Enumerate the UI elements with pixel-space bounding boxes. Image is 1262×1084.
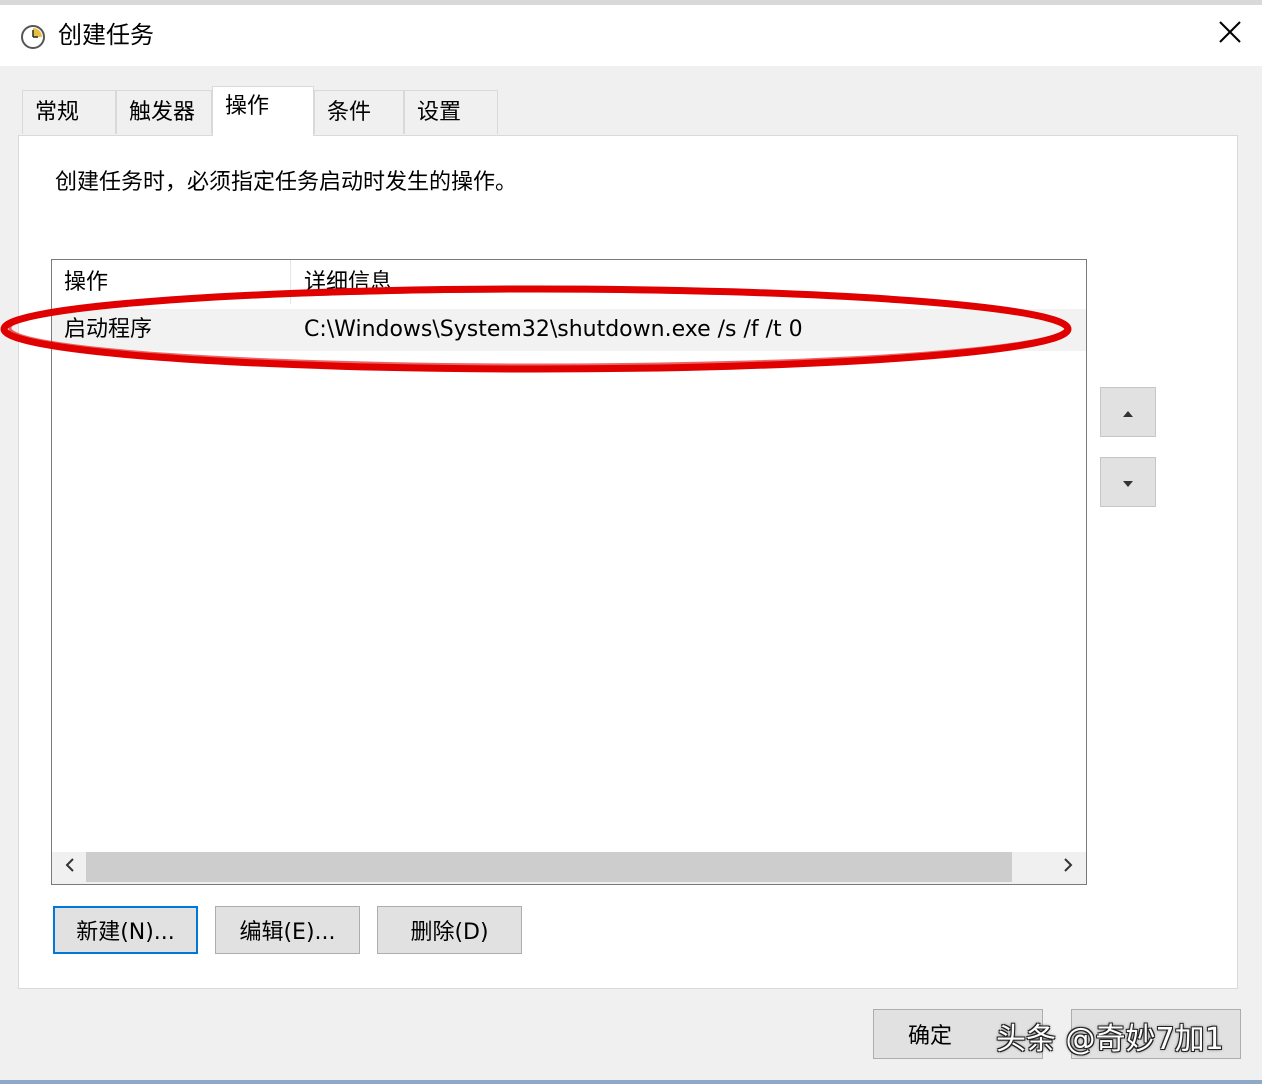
horizontal-scrollbar[interactable] xyxy=(52,852,1086,884)
button-label: 删除(D) xyxy=(410,920,489,945)
tab-settings[interactable]: 设置 xyxy=(404,90,498,134)
tab-label: 条件 xyxy=(327,100,372,125)
new-action-button[interactable]: 新建(N)... xyxy=(53,906,198,954)
column-divider[interactable] xyxy=(290,260,291,304)
actions-list[interactable]: 操作 详细信息 启动程序 C:\Windows\System32\shutdow… xyxy=(51,259,1087,885)
edit-action-button[interactable]: 编辑(E)... xyxy=(215,906,360,954)
scroll-left-button[interactable] xyxy=(54,852,86,882)
close-button[interactable] xyxy=(1204,12,1256,56)
row-details: C:\Windows\System32\shutdown.exe /s /f /… xyxy=(304,317,803,342)
move-down-button[interactable] xyxy=(1100,457,1156,507)
top-strip xyxy=(0,0,1262,5)
column-header-action[interactable]: 操作 xyxy=(64,266,108,300)
tab-general[interactable]: 常规 xyxy=(22,90,116,134)
actions-panel: 创建任务时，必须指定任务启动时发生的操作。 操作 详细信息 启动程序 C:\Wi… xyxy=(18,135,1238,989)
tab-label: 设置 xyxy=(417,100,462,125)
row-action: 启动程序 xyxy=(64,317,153,342)
watermark: 头条 @奇妙7加1 xyxy=(996,1022,1224,1057)
tab-actions[interactable]: 操作 xyxy=(212,86,314,136)
tab-triggers[interactable]: 触发器 xyxy=(116,90,212,134)
column-header-details[interactable]: 详细信息 xyxy=(304,266,392,300)
bottom-strip xyxy=(0,1080,1262,1084)
scrollbar-thumb[interactable] xyxy=(86,852,1012,882)
triangle-down-icon xyxy=(1122,473,1134,492)
list-header: 操作 详细信息 xyxy=(52,260,1086,304)
button-label: 编辑(E)... xyxy=(239,920,336,945)
scroll-right-button[interactable] xyxy=(1052,852,1084,882)
chevron-right-icon xyxy=(1062,857,1074,877)
window-title: 创建任务 xyxy=(58,21,154,49)
tab-label: 触发器 xyxy=(129,100,196,125)
table-row[interactable]: 启动程序 C:\Windows\System32\shutdown.exe /s… xyxy=(52,309,1086,351)
triangle-up-icon xyxy=(1122,403,1134,422)
title-bar: 创建任务 xyxy=(0,0,1262,66)
delete-action-button[interactable]: 删除(D) xyxy=(377,906,522,954)
tab-label: 常规 xyxy=(35,100,80,125)
button-label: 新建(N)... xyxy=(76,920,175,945)
panel-description: 创建任务时，必须指定任务启动时发生的操作。 xyxy=(55,170,518,195)
tab-conditions[interactable]: 条件 xyxy=(314,90,404,134)
close-icon xyxy=(1218,20,1242,48)
tab-label: 操作 xyxy=(225,94,270,119)
chevron-left-icon xyxy=(64,857,76,877)
clock-icon xyxy=(20,24,46,50)
button-label: 确定 xyxy=(907,1024,952,1049)
move-up-button[interactable] xyxy=(1100,387,1156,437)
